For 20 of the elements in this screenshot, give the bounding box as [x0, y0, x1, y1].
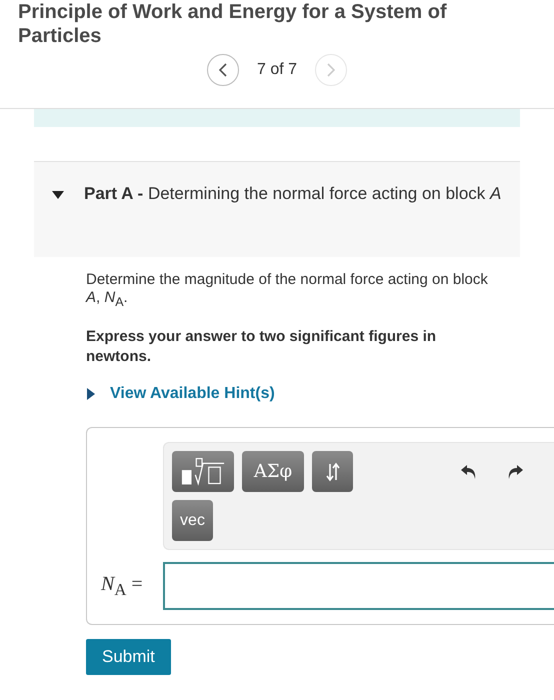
answer-field[interactable] [163, 562, 554, 610]
page-title: Principle of Work and Energy for a System of Particles [17, 0, 448, 48]
vector-button[interactable]: vec [172, 500, 213, 541]
part-title[interactable]: Part A - Determining the normal force acting on block A [52, 182, 502, 205]
previous-button[interactable] [206, 54, 239, 86]
hint-link[interactable]: View Available Hint(s) [86, 385, 275, 403]
question-text: Determine the magnitude of the normal force acting on block A, N$_{A}$. [86, 271, 489, 311]
arrows-button[interactable] [312, 451, 353, 492]
template-button[interactable] [172, 451, 234, 492]
submit-button[interactable]: Submit [86, 639, 171, 675]
page-position: 7 of 7 [256, 61, 298, 79]
instruction-text: Express your answer to two significant figures in newtons. [86, 327, 438, 367]
undo-icon [460, 463, 478, 481]
root-template-icon [180, 456, 226, 486]
up-down-arrows-icon [324, 462, 340, 482]
symbol-button[interactable]: ΑΣφ [242, 451, 304, 492]
chevron-right-icon [327, 63, 336, 77]
answer-label: N$_{A}$ = [100, 572, 143, 600]
chevron-left-icon [218, 63, 227, 77]
redo-icon [506, 463, 524, 481]
